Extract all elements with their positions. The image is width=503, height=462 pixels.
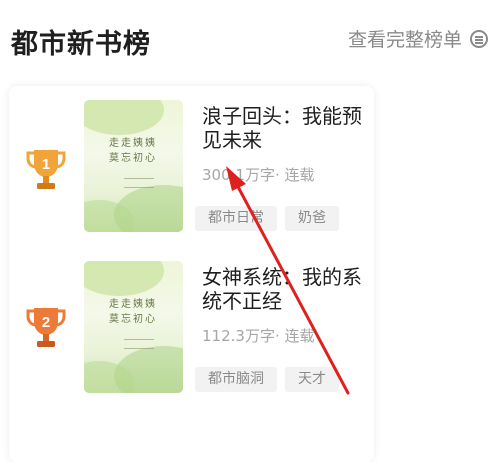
- tag-list: 都市日常 奶爸: [195, 206, 347, 231]
- book-cover[interactable]: 走走姨姨 莫忘初心: [84, 100, 183, 232]
- book-title[interactable]: 女神系统：我的系统不正经: [202, 265, 362, 313]
- tag-list: 都市脑洞 天才: [195, 367, 347, 392]
- cover-text: 走走姨姨 莫忘初心: [109, 299, 157, 325]
- view-full-list-label: 查看完整榜单: [348, 29, 463, 51]
- menu-circle-icon: [470, 29, 489, 48]
- book-cover[interactable]: 走走姨姨 莫忘初心: [84, 261, 183, 393]
- view-full-list-link[interactable]: 查看完整榜单: [348, 25, 489, 52]
- tag[interactable]: 都市日常: [195, 206, 277, 231]
- ranking-card: 1 走走姨姨 莫忘初心 浪子回头：我能预见未来 300.1万字· 连载 都市日常…: [9, 86, 374, 462]
- rank-number: 1: [42, 156, 50, 173]
- cover-text: 走走姨姨 莫忘初心: [109, 138, 157, 164]
- rank-number: 2: [42, 314, 50, 331]
- book-list-item[interactable]: 1 走走姨姨 莫忘初心 浪子回头：我能预见未来 300.1万字· 连载 都市日常…: [9, 100, 374, 240]
- book-title[interactable]: 浪子回头：我能预见未来: [202, 104, 362, 152]
- tag[interactable]: 天才: [285, 367, 339, 392]
- book-meta: 300.1万字· 连载: [202, 166, 315, 184]
- book-meta: 112.3万字· 连载: [202, 327, 315, 345]
- gold-trophy-icon: 1: [26, 150, 66, 189]
- tag[interactable]: 奶爸: [285, 206, 339, 231]
- book-list-item[interactable]: 2 走走姨姨 莫忘初心 女神系统：我的系统不正经 112.3万字· 连载 都市脑…: [9, 261, 374, 401]
- section-header: 都市新书榜 查看完整榜单: [0, 0, 503, 80]
- tag[interactable]: 都市脑洞: [195, 367, 277, 392]
- section-title: 都市新书榜: [11, 29, 151, 60]
- silver-trophy-icon: 2: [26, 308, 66, 347]
